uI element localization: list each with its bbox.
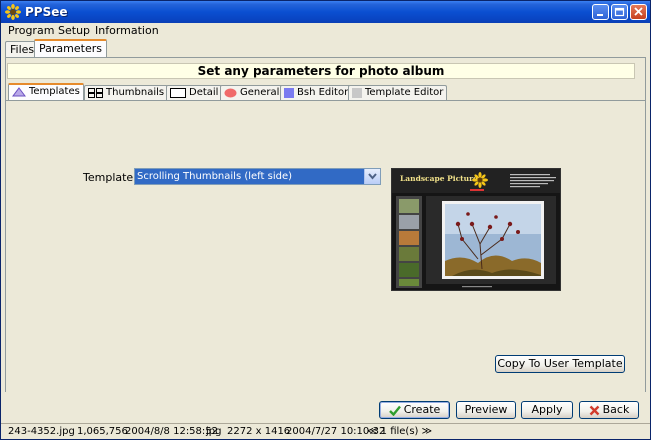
grid-icon	[88, 87, 103, 98]
tab-detail-label: Detail	[189, 87, 219, 98]
tab-detail[interactable]: Detail	[166, 85, 223, 100]
template-select[interactable]: Scrolling Thumbnails (left side)	[134, 168, 381, 185]
status-filename: 243-4352.jpg	[8, 426, 75, 437]
minimize-icon	[597, 14, 603, 16]
square-icon	[352, 87, 362, 98]
tab-general-label: General	[240, 87, 280, 98]
template-label: Template:	[83, 171, 137, 184]
title-bar[interactable]: PPSee	[1, 1, 650, 23]
tab-template-editor[interactable]: Template Editor	[348, 85, 448, 100]
tab-parameters-label: Parameters	[39, 42, 102, 55]
x-mark-icon	[589, 405, 599, 415]
template-dropdown-button[interactable]	[364, 169, 380, 184]
parameter-tabs: Templates Thumbnails Detail General Bsh …	[8, 83, 644, 101]
tab-bsh-editor-label: Bsh Editor	[297, 87, 349, 98]
tab-bsh-editor[interactable]: Bsh Editor	[280, 85, 353, 100]
menu-program[interactable]: Program	[8, 24, 54, 37]
create-button[interactable]: Create	[379, 401, 450, 419]
maximize-icon	[614, 7, 625, 17]
status-file-count[interactable]: ≪ 1 file(s) ≫	[367, 426, 432, 437]
template-preview-image: Landscape Pictures	[391, 168, 561, 291]
tab-thumbnails[interactable]: Thumbnails	[84, 85, 169, 100]
triangle-icon	[12, 86, 26, 96]
tab-template-editor-label: Template Editor	[365, 87, 444, 98]
app-window: PPSee Program Setup Information Files Pa…	[0, 0, 651, 440]
menu-bar: Program Setup Information	[1, 23, 650, 38]
preview-title: Landscape Pictures	[400, 174, 482, 183]
preview-button[interactable]: Preview	[456, 401, 516, 419]
tab-thumbnails-label: Thumbnails	[106, 87, 165, 98]
tab-files-label: Files	[10, 43, 35, 56]
tab-templates[interactable]: Templates	[8, 83, 84, 100]
status-bar: 243-4352.jpg 1,065,756 2004/8/8 12:58:52…	[1, 423, 650, 439]
page-title: Set any parameters for photo album	[7, 63, 635, 79]
status-file-size: 1,065,756	[77, 426, 128, 437]
minimize-button[interactable]	[592, 4, 609, 20]
checkmark-icon	[388, 405, 401, 416]
app-icon	[5, 4, 21, 20]
tab-general[interactable]: General	[220, 85, 284, 100]
tab-templates-label: Templates	[29, 86, 80, 97]
template-select-value: Scrolling Thumbnails (left side)	[137, 171, 293, 182]
maximize-button[interactable]	[611, 4, 628, 20]
tab-parameters[interactable]: Parameters	[34, 39, 107, 58]
status-file-type: jpg	[206, 426, 222, 437]
window-title: PPSee	[25, 5, 68, 19]
status-dimensions: 2272 x 1416	[227, 426, 291, 437]
apply-button[interactable]: Apply	[521, 401, 573, 419]
copy-to-user-template-button[interactable]: Copy To User Template	[495, 355, 625, 373]
menu-setup[interactable]: Setup	[58, 24, 90, 37]
close-icon	[634, 7, 643, 16]
status-file-date: 2004/8/8 12:58:52	[125, 426, 219, 437]
close-button[interactable]	[630, 4, 647, 20]
rectangle-icon	[170, 87, 186, 98]
back-button[interactable]: Back	[579, 401, 639, 419]
chevron-down-icon	[368, 173, 377, 180]
ellipse-icon	[224, 88, 237, 97]
create-button-label: Create	[403, 403, 441, 416]
menu-information[interactable]: Information	[95, 24, 159, 37]
square-icon	[284, 87, 294, 98]
back-button-label: Back	[602, 403, 630, 416]
